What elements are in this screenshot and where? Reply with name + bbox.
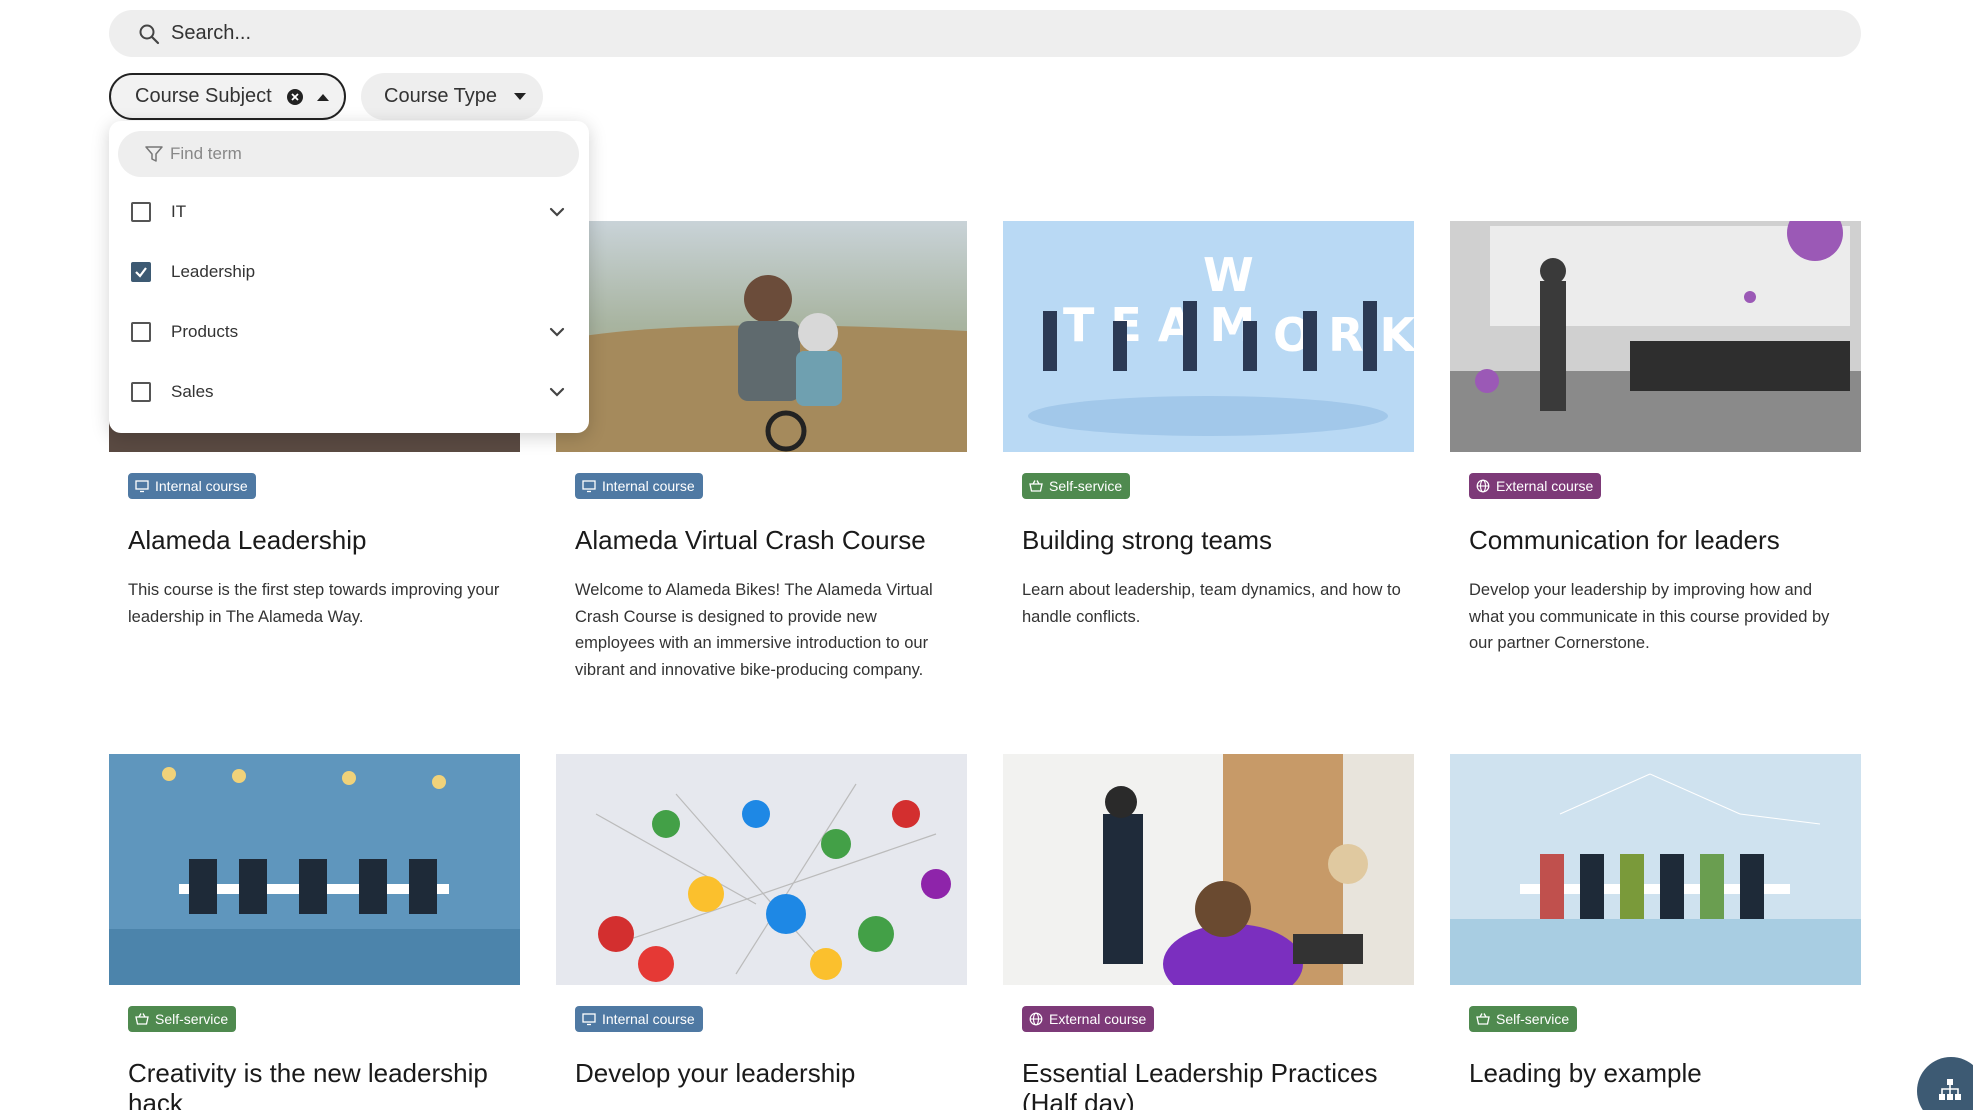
course-type-badge: External course bbox=[1469, 473, 1602, 499]
course-card[interactable]: External course Communication for leader… bbox=[1450, 221, 1861, 652]
checkmark-icon bbox=[135, 267, 147, 278]
course-type-badge: External course bbox=[1022, 1006, 1155, 1032]
course-card[interactable]: Self-service Leading by example bbox=[1450, 754, 1861, 1088]
course-type-filter[interactable]: Course Type bbox=[361, 73, 543, 120]
chevron-down-icon[interactable] bbox=[549, 387, 565, 397]
option-products[interactable]: Products bbox=[109, 310, 589, 354]
caret-down-icon bbox=[514, 92, 527, 100]
course-card[interactable]: Internal course Alameda Virtual Crash Co… bbox=[556, 221, 967, 679]
option-it-checkbox[interactable] bbox=[131, 202, 151, 222]
globe-icon bbox=[1029, 1012, 1043, 1026]
course-subject-label: Course Subject bbox=[135, 85, 272, 107]
course-description: This course is the first step towards im… bbox=[128, 581, 500, 626]
course-title[interactable]: Develop your leadership bbox=[575, 1058, 955, 1088]
clear-filter-icon[interactable] bbox=[286, 88, 304, 106]
option-leadership[interactable]: Leadership bbox=[109, 250, 589, 294]
svg-text:W: W bbox=[1203, 248, 1254, 302]
course-type-badge: Internal course bbox=[575, 473, 703, 499]
chevron-down-icon[interactable] bbox=[549, 207, 565, 217]
find-term-field[interactable] bbox=[118, 131, 579, 177]
sitemap-icon bbox=[1939, 1079, 1961, 1100]
monitor-icon bbox=[135, 480, 149, 493]
course-image bbox=[109, 754, 520, 985]
option-it[interactable]: IT bbox=[109, 190, 589, 234]
course-title[interactable]: Alameda Virtual Crash Course bbox=[575, 525, 955, 555]
option-label: IT bbox=[171, 202, 187, 221]
option-label: Sales bbox=[171, 382, 214, 401]
option-label: Leadership bbox=[171, 262, 256, 281]
find-term-input[interactable] bbox=[170, 144, 550, 164]
course-image bbox=[1450, 221, 1861, 452]
course-type-badge: Self-service bbox=[1469, 1006, 1578, 1032]
course-card[interactable]: T E A M W O R K Self-service Building st… bbox=[1003, 221, 1414, 626]
course-title[interactable]: Essential Leadership Practices (Half day… bbox=[1022, 1058, 1402, 1110]
chevron-down-icon[interactable] bbox=[549, 327, 565, 337]
option-label: Products bbox=[171, 322, 239, 341]
option-products-checkbox[interactable] bbox=[131, 322, 151, 342]
basket-icon bbox=[1476, 1013, 1490, 1025]
svg-text:O R K: O R K bbox=[1273, 308, 1414, 362]
basket-icon bbox=[1029, 480, 1043, 492]
filter-funnel-icon bbox=[145, 146, 163, 162]
course-title[interactable]: Alameda Leadership bbox=[128, 525, 508, 555]
course-description: Learn about leadership, team dynamics, a… bbox=[1022, 581, 1401, 626]
course-card[interactable]: External course Essential Leadership Pra… bbox=[1003, 754, 1414, 1110]
sitemap-button[interactable] bbox=[1917, 1057, 1973, 1110]
course-type-badge: Internal course bbox=[128, 473, 256, 499]
course-card[interactable]: Self-service Creativity is the new leade… bbox=[109, 754, 520, 1110]
course-image bbox=[1003, 754, 1414, 985]
course-image: T E A M W O R K bbox=[1003, 221, 1414, 452]
course-catalog-page: Course Subject Course Type IT bbox=[0, 0, 1973, 1110]
course-subject-filter[interactable]: Course Subject bbox=[109, 73, 346, 120]
option-sales-checkbox[interactable] bbox=[131, 382, 151, 402]
course-subject-dropdown: IT Leadership Products Sales bbox=[109, 121, 589, 433]
search-bar[interactable] bbox=[109, 10, 1861, 57]
course-description: Welcome to Alameda Bikes! The Alameda Vi… bbox=[575, 581, 933, 679]
course-title[interactable]: Building strong teams bbox=[1022, 525, 1402, 555]
monitor-icon bbox=[582, 1013, 596, 1026]
course-image bbox=[556, 221, 967, 452]
caret-up-icon bbox=[316, 93, 329, 101]
course-title[interactable]: Communication for leaders bbox=[1469, 525, 1849, 555]
course-type-badge: Internal course bbox=[575, 1006, 703, 1032]
course-card[interactable]: Internal course Develop your leadership bbox=[556, 754, 967, 1088]
course-type-badge: Self-service bbox=[1022, 473, 1131, 499]
option-sales[interactable]: Sales bbox=[109, 370, 589, 414]
course-title[interactable]: Creativity is the new leadership hack bbox=[128, 1058, 508, 1110]
search-icon bbox=[139, 24, 160, 44]
course-image bbox=[1450, 754, 1861, 985]
option-leadership-checkbox[interactable] bbox=[131, 262, 151, 282]
basket-icon bbox=[135, 1013, 149, 1025]
course-image bbox=[556, 754, 967, 985]
course-type-badge: Self-service bbox=[128, 1006, 237, 1032]
svg-text:T E A M: T E A M bbox=[1063, 298, 1255, 352]
course-title[interactable]: Leading by example bbox=[1469, 1058, 1849, 1088]
course-type-label: Course Type bbox=[384, 85, 498, 107]
search-input[interactable] bbox=[171, 22, 1771, 45]
course-description: Develop your leadership by improving how… bbox=[1469, 581, 1830, 652]
monitor-icon bbox=[582, 480, 596, 493]
globe-icon bbox=[1476, 479, 1490, 493]
